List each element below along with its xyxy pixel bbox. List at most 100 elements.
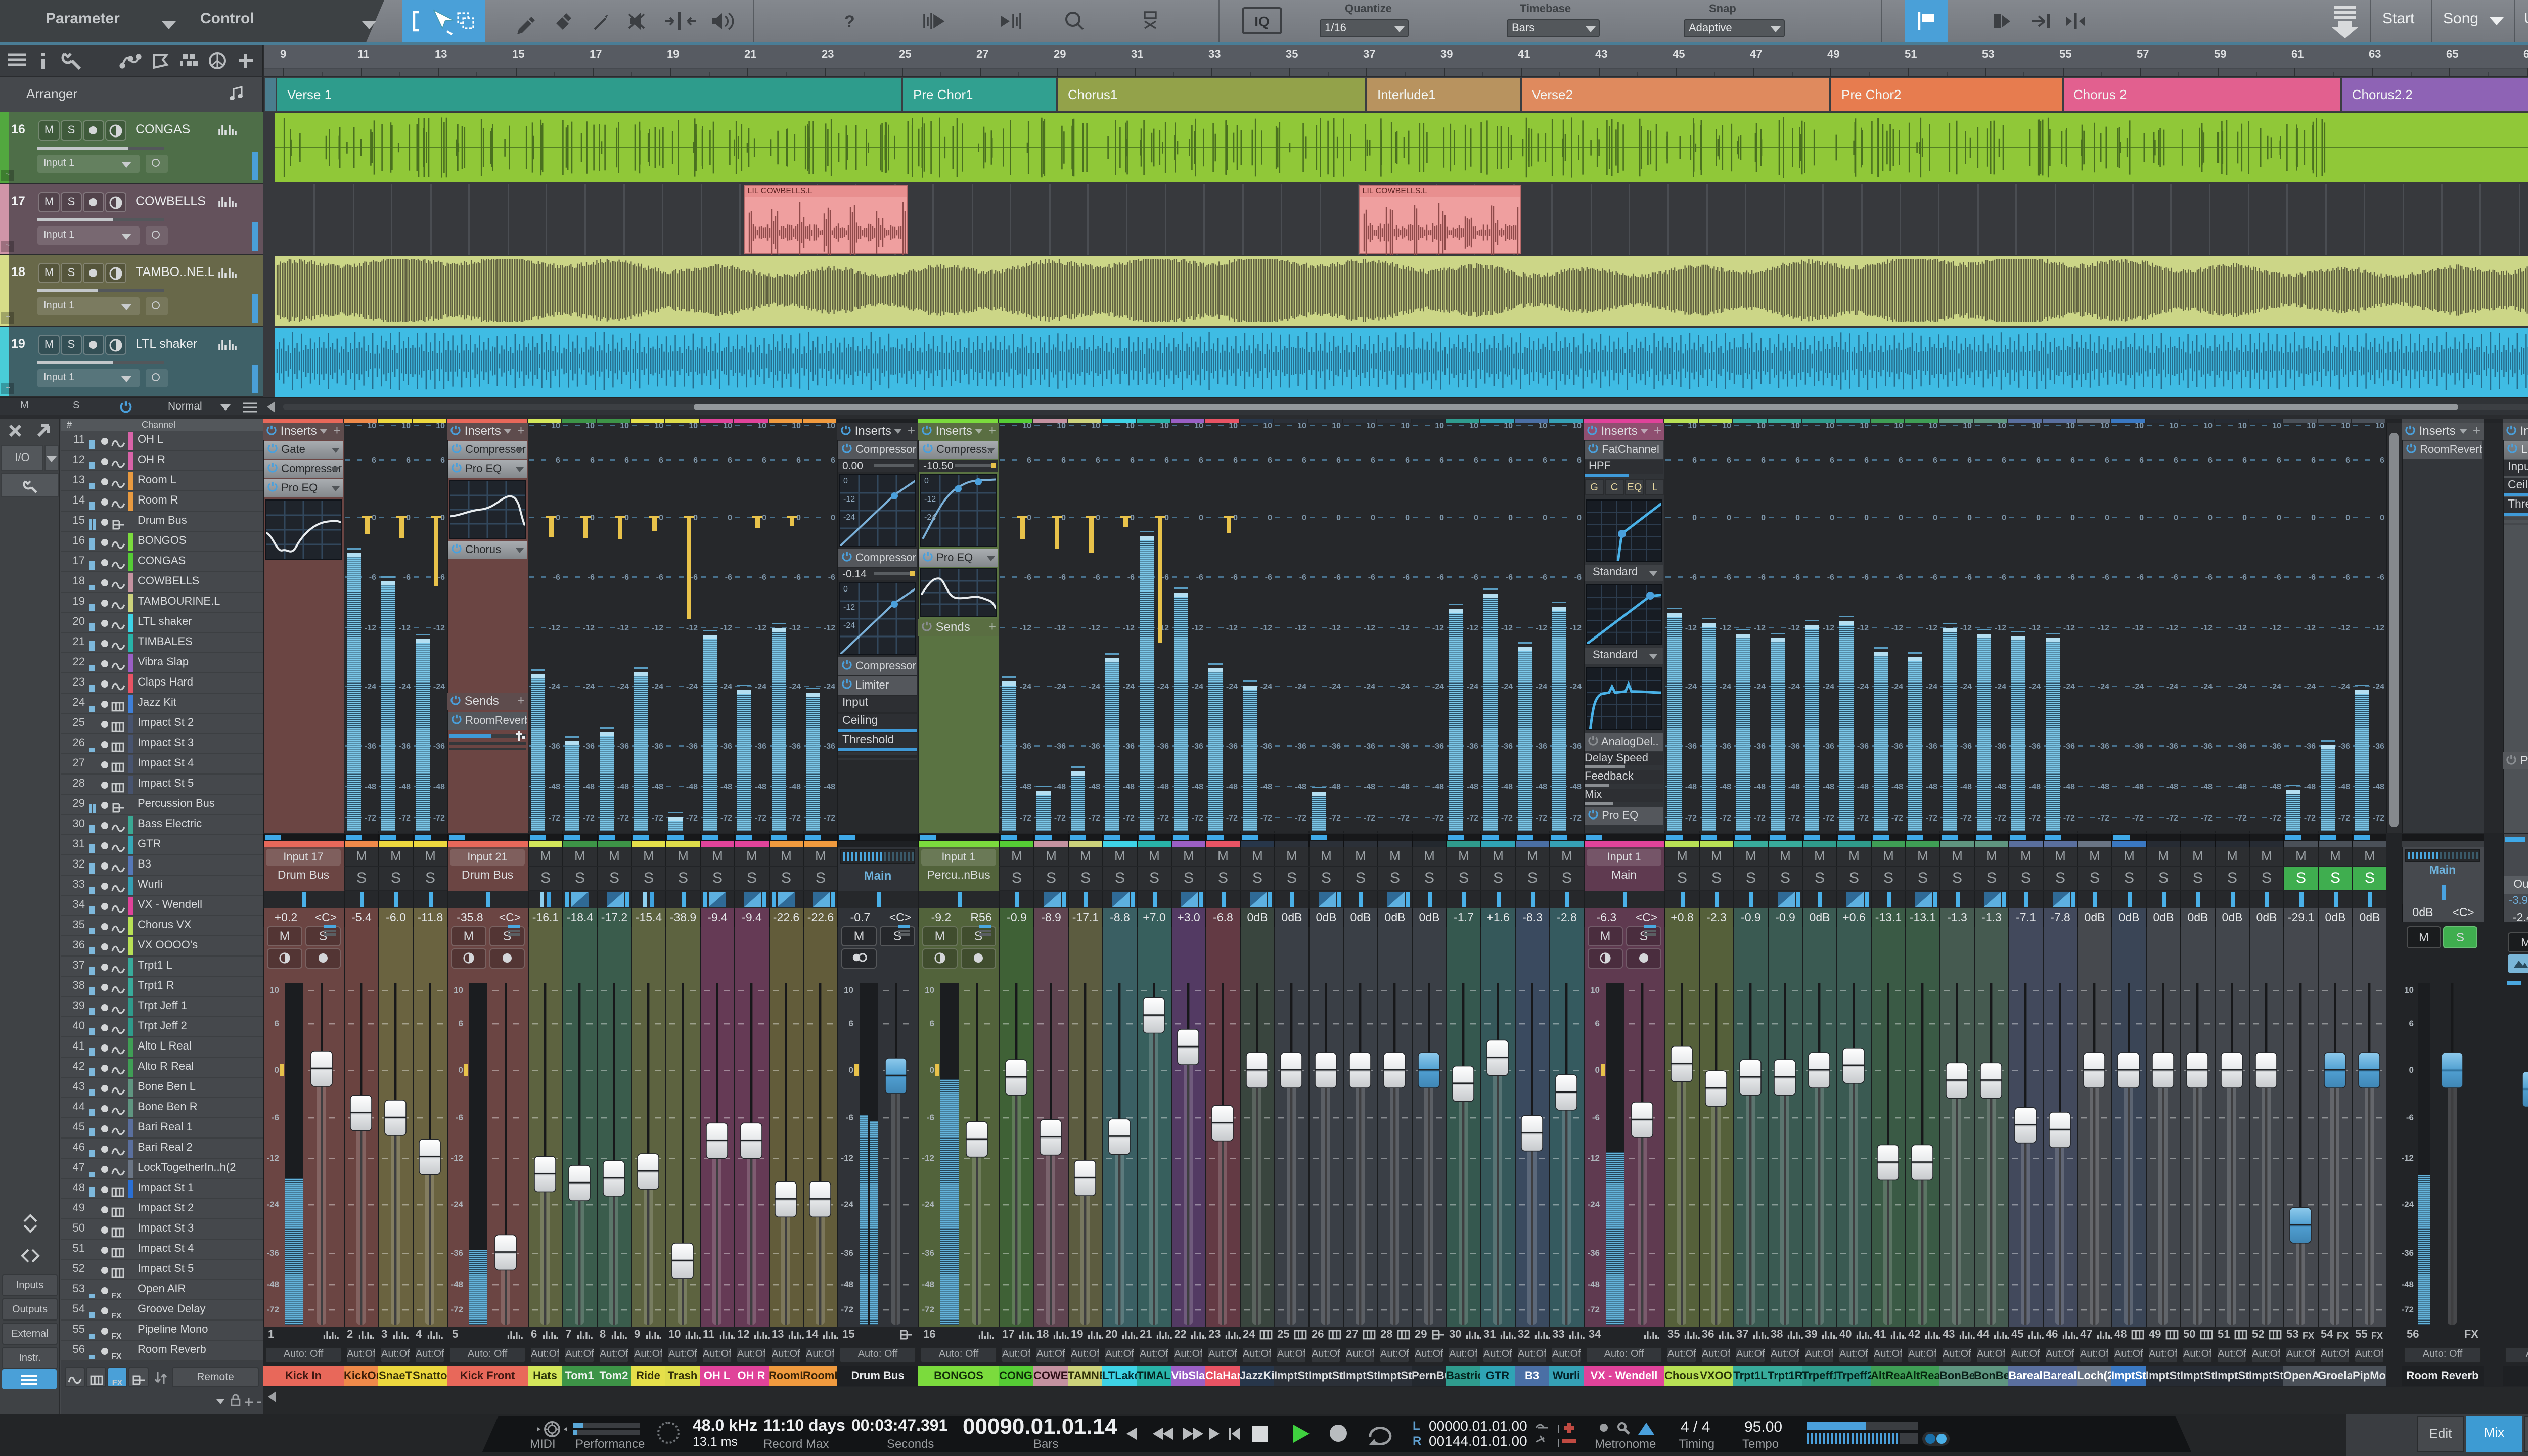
svg-text:-48: -48	[1398, 783, 1410, 791]
svg-text:-72: -72	[1570, 814, 1582, 823]
svg-text:-12: -12	[2304, 624, 2316, 632]
svg-text:-6: -6	[1024, 573, 1031, 582]
svg-text:-48: -48	[2132, 783, 2144, 791]
svg-text:10: 10	[2341, 423, 2350, 430]
svg-text:-12: -12	[1536, 624, 1547, 632]
svg-text:-36: -36	[1089, 742, 1100, 751]
svg-text:10: 10	[2404, 985, 2414, 995]
svg-text:?: ?	[844, 12, 855, 31]
svg-text:-72: -72	[2338, 814, 2350, 823]
svg-text:-6: -6	[456, 1113, 463, 1122]
svg-text:0: 0	[1199, 514, 1203, 522]
svg-text:-72: -72	[1054, 814, 1066, 823]
svg-text:-72: -72	[1926, 814, 1937, 823]
svg-text:0: 0	[2174, 514, 2178, 522]
svg-text:-72: -72	[1960, 814, 1972, 823]
svg-text:-48: -48	[755, 783, 766, 791]
svg-text:6: 6	[1761, 456, 1766, 465]
svg-text:-12: -12	[365, 624, 376, 632]
svg-text:-6: -6	[622, 573, 629, 582]
svg-text:-72: -72	[2402, 1305, 2414, 1314]
svg-text:-24: -24	[1685, 682, 1697, 691]
svg-text:-36: -36	[1501, 742, 1513, 751]
svg-text:-6: -6	[656, 573, 663, 582]
svg-text:-72: -72	[450, 1305, 463, 1314]
svg-text:6: 6	[2002, 456, 2006, 465]
svg-text:-6: -6	[1334, 573, 1341, 582]
svg-text:6: 6	[659, 456, 663, 465]
svg-text:-24: -24	[1329, 682, 1341, 691]
svg-text:0: 0	[1130, 514, 1135, 522]
svg-text:-72: -72	[1754, 814, 1766, 823]
svg-text:-72: -72	[1995, 814, 2006, 823]
svg-text:-48: -48	[1570, 783, 1582, 791]
svg-text:6: 6	[1233, 456, 1238, 465]
svg-text:-36: -36	[1536, 742, 1547, 751]
svg-text:-72: -72	[686, 814, 698, 823]
svg-text:0: 0	[556, 514, 560, 522]
svg-text:10: 10	[1469, 423, 1478, 430]
svg-text:-12: -12	[1226, 624, 1238, 632]
svg-text:0: 0	[624, 514, 629, 522]
svg-text:-36: -36	[2063, 742, 2075, 751]
svg-text:-24: -24	[824, 682, 835, 691]
svg-text:-24: -24	[720, 682, 732, 691]
svg-text:-24: -24	[1857, 682, 1869, 691]
svg-text:-48: -48	[1754, 783, 1766, 791]
svg-text:0: 0	[1577, 514, 1582, 522]
svg-text:-36: -36	[617, 742, 629, 751]
svg-text:-24: -24	[1123, 682, 1135, 691]
svg-text:6: 6	[2277, 456, 2281, 465]
svg-text:-12: -12	[1432, 624, 1444, 632]
svg-text:6: 6	[275, 1019, 279, 1028]
svg-text:-24: -24	[2132, 682, 2144, 691]
svg-text:10: 10	[551, 423, 560, 430]
svg-text:0: 0	[275, 1065, 279, 1075]
svg-text:-6: -6	[1930, 573, 1937, 582]
svg-text:10: 10	[689, 423, 698, 430]
svg-text:-24: -24	[1501, 682, 1513, 691]
svg-text:6: 6	[2139, 456, 2144, 465]
svg-text:-24: -24	[1226, 682, 1238, 691]
svg-text:-24: -24	[549, 682, 560, 691]
svg-text:-72: -72	[1467, 814, 1478, 823]
svg-text:-36: -36	[1192, 742, 1203, 751]
svg-text:-6: -6	[2034, 573, 2041, 582]
svg-text:-36: -36	[1020, 742, 1031, 751]
svg-text:-12: -12	[1823, 624, 1834, 632]
svg-text:-12: -12	[2373, 624, 2384, 632]
svg-text:-72: -72	[1823, 814, 1834, 823]
svg-text:10: 10	[826, 423, 835, 430]
svg-text:-48: -48	[2338, 783, 2350, 791]
svg-text:-36: -36	[2402, 1248, 2414, 1258]
svg-text:6: 6	[1336, 456, 1341, 465]
svg-text:-48: -48	[1823, 783, 1834, 791]
svg-text:0: 0	[2002, 514, 2006, 522]
svg-text:-48: -48	[2373, 783, 2384, 791]
svg-text:6: 6	[556, 456, 560, 465]
svg-text:-48: -48	[1226, 783, 1238, 791]
svg-text:-48: -48	[1123, 783, 1135, 791]
svg-text:-48: -48	[549, 783, 560, 791]
svg-text:-24: -24	[1788, 682, 1800, 691]
svg-text:6: 6	[1474, 456, 1478, 465]
svg-text:0: 0	[796, 514, 801, 522]
svg-text:10: 10	[2272, 423, 2281, 430]
svg-text:10: 10	[454, 985, 463, 995]
svg-text:10: 10	[2066, 423, 2075, 430]
svg-text:-6: -6	[1965, 573, 1972, 582]
svg-text:0: 0	[1405, 514, 1410, 522]
svg-text:-12: -12	[2098, 624, 2109, 632]
svg-text:-48: -48	[2201, 783, 2213, 791]
svg-text:-72: -72	[399, 814, 411, 823]
svg-text:-24: -24	[1960, 682, 1972, 691]
svg-text:-48: -48	[1467, 783, 1478, 791]
svg-text:-48: -48	[824, 783, 835, 791]
svg-text:-12: -12	[720, 624, 732, 632]
svg-text:6: 6	[1130, 456, 1135, 465]
svg-text:-48: -48	[1720, 783, 1731, 791]
svg-text:-36: -36	[2235, 742, 2247, 751]
svg-text:-36: -36	[2373, 742, 2384, 751]
svg-text:6: 6	[1405, 456, 1410, 465]
svg-text:-24: -24	[1467, 682, 1478, 691]
